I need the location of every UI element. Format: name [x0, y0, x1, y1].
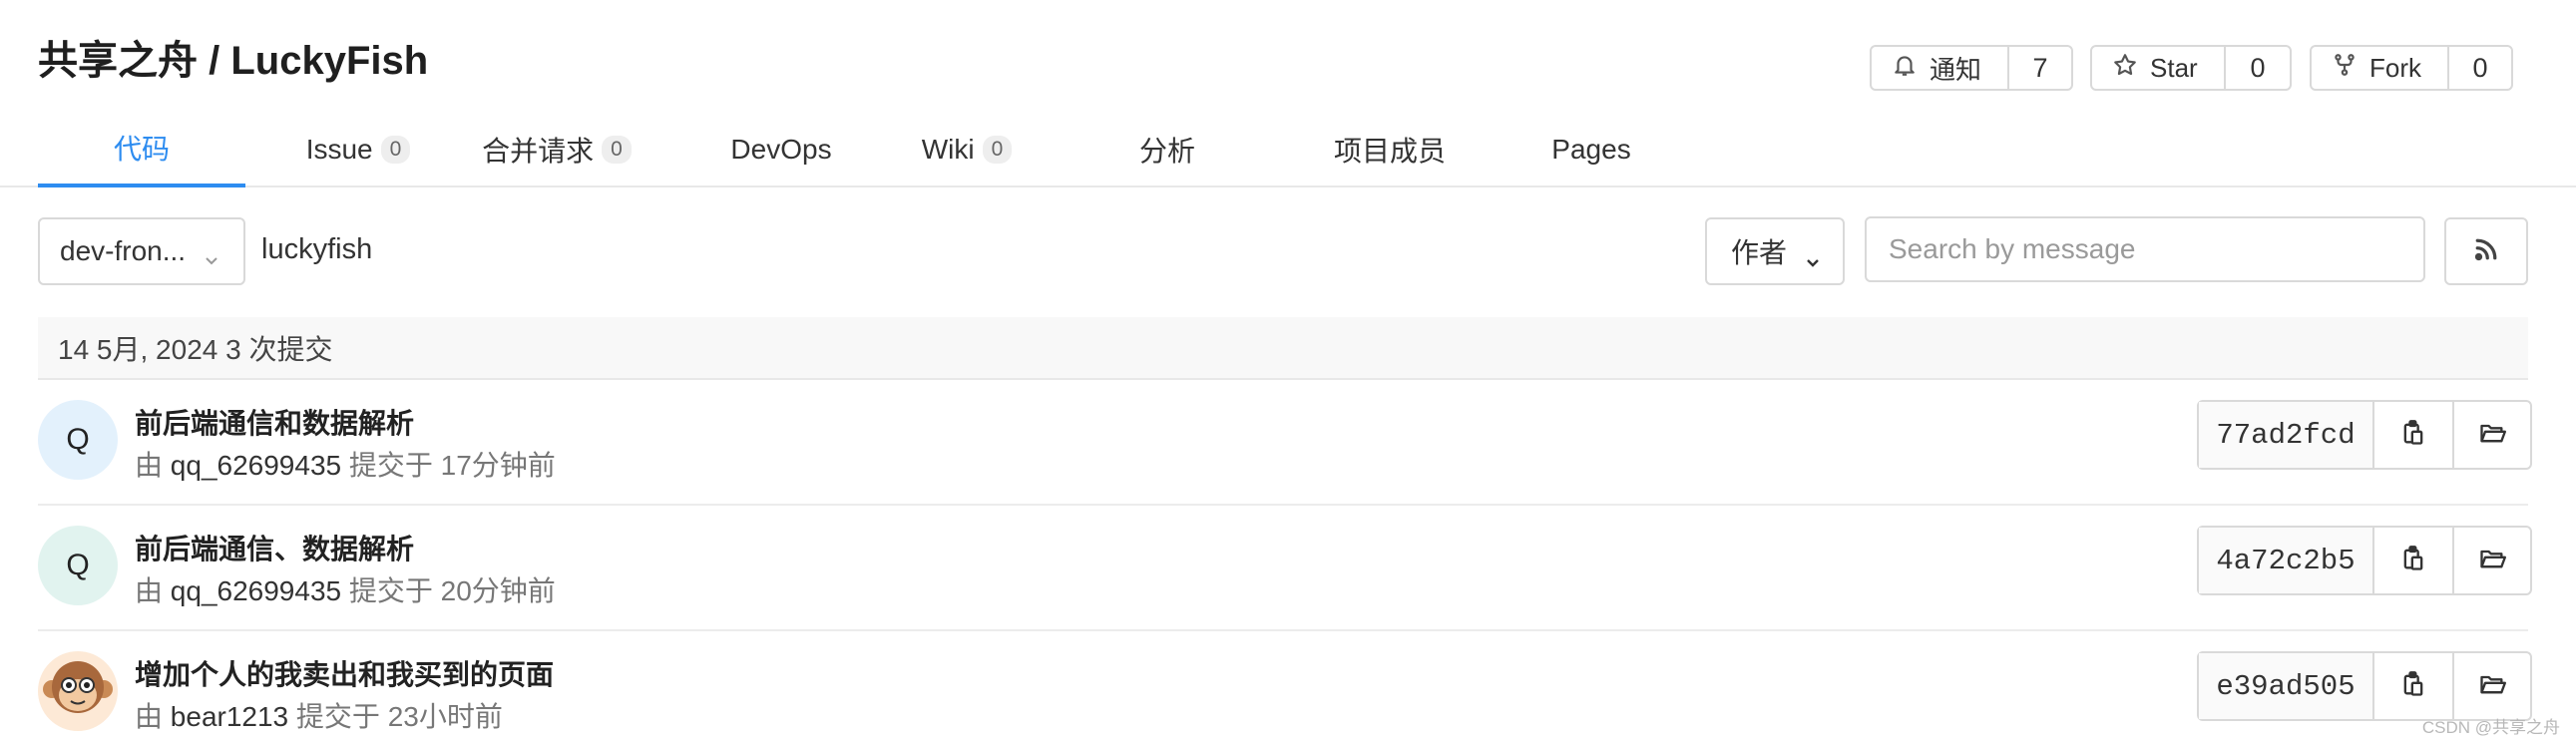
commit-actions: 77ad2fcd [2197, 400, 2532, 470]
copy-sha-button[interactable] [2374, 653, 2452, 719]
monkey-avatar-icon [38, 651, 118, 731]
notify-label: 通知 [1930, 54, 1982, 85]
commit-title[interactable]: 前后端通信和数据解析 [135, 402, 414, 442]
commit-author[interactable]: qq_62699435 [171, 450, 341, 481]
commit-row: Q 前后端通信、数据解析 由 qq_62699435 提交于 20分钟前 4a7… [38, 506, 2532, 631]
tab-issue-label: Issue [305, 134, 373, 165]
chevron-down-icon [1805, 245, 1821, 267]
tab-devops-label: DevOps [730, 134, 832, 165]
fork-count[interactable]: 0 [2449, 47, 2511, 89]
commit-author[interactable]: bear1213 [171, 701, 288, 732]
commit-row: 增加个人的我卖出和我买到的页面 由 bear1213 提交于 23小时前 e39… [38, 631, 2532, 742]
tab-issue[interactable]: Issue 0 [293, 112, 423, 187]
star-count[interactable]: 0 [2226, 47, 2290, 89]
project-header: 共享之舟 / LuckyFish 通知 7 Star 0 Fork 0 代码 I… [0, 0, 2576, 187]
commit-time: 提交于 23小时前 [295, 701, 503, 732]
commit-row: Q 前后端通信和数据解析 由 qq_62699435 提交于 17分钟前 77a… [38, 380, 2532, 506]
copy-sha-button[interactable] [2374, 402, 2452, 468]
notify-button[interactable]: 通知 [1872, 47, 2009, 89]
commit-sha-button[interactable]: 4a72c2b5 [2199, 528, 2374, 593]
fork-button[interactable]: Fork [2312, 47, 2449, 89]
rss-icon [2471, 234, 2501, 269]
star-button[interactable]: Star [2092, 47, 2226, 89]
commit-by: 由 [135, 575, 164, 606]
browse-files-button[interactable] [2452, 402, 2530, 468]
copy-sha-button[interactable] [2374, 528, 2452, 593]
star-label: Star [2150, 52, 2198, 83]
copy-icon [2399, 419, 2427, 452]
tab-devops[interactable]: DevOps [696, 112, 866, 187]
fork-icon [2332, 52, 2358, 85]
path-breadcrumb[interactable]: luckyfish [261, 233, 372, 266]
watermark: CSDN @共享之舟 [2421, 718, 2560, 737]
browse-files-button[interactable] [2452, 528, 2530, 593]
copy-icon [2399, 545, 2427, 577]
avatar: Q [38, 400, 118, 480]
star-icon [2112, 52, 2138, 85]
commit-sha-button[interactable]: 77ad2fcd [2199, 402, 2374, 468]
star-button-group[interactable]: Star 0 [2090, 45, 2292, 91]
notify-button-group[interactable]: 通知 7 [1870, 45, 2073, 91]
commit-sha-button[interactable]: e39ad505 [2199, 653, 2374, 719]
author-filter-dropdown[interactable]: 作者 [1705, 217, 1845, 285]
commit-date-group: 14 5月, 2024 3 次提交 [38, 317, 2528, 380]
folder-icon [2478, 545, 2506, 577]
commit-meta: 由 qq_62699435 提交于 17分钟前 [135, 444, 556, 484]
branch-select[interactable]: dev-fron... [38, 217, 245, 285]
commit-by: 由 [135, 450, 164, 481]
commit-title[interactable]: 前后端通信、数据解析 [135, 528, 414, 567]
avatar-letter: Q [66, 423, 90, 456]
page-title: 共享之舟 / LuckyFish [38, 39, 429, 83]
author-filter-label: 作者 [1731, 237, 1788, 268]
copy-icon [2399, 670, 2427, 703]
tab-merge-requests-badge: 0 [602, 136, 632, 164]
tab-members-label: 项目成员 [1333, 136, 1446, 167]
fork-button-group[interactable]: Fork 0 [2310, 45, 2513, 91]
avatar: Q [38, 526, 118, 605]
commit-actions: e39ad505 [2197, 651, 2532, 721]
tab-wiki-badge: 0 [982, 136, 1013, 164]
commit-time: 提交于 17分钟前 [348, 450, 556, 481]
browse-files-button[interactable] [2452, 653, 2530, 719]
notify-count[interactable]: 7 [2009, 47, 2071, 89]
avatar [38, 651, 118, 731]
commit-actions: 4a72c2b5 [2197, 526, 2532, 595]
avatar-letter: Q [66, 549, 90, 581]
tab-members[interactable]: 项目成员 [1315, 112, 1465, 187]
tab-pages-label: Pages [1551, 134, 1631, 165]
chevron-down-icon [204, 243, 219, 265]
rss-button[interactable] [2444, 217, 2528, 285]
tab-wiki-label: Wiki [921, 134, 975, 165]
folder-icon [2478, 419, 2506, 452]
search-input[interactable] [1865, 216, 2425, 282]
commit-by: 由 [135, 701, 164, 732]
tab-pages[interactable]: Pages [1536, 112, 1646, 187]
tab-analytics[interactable]: 分析 [1117, 112, 1217, 187]
commit-meta: 由 bear1213 提交于 23小时前 [135, 695, 503, 735]
commit-meta: 由 qq_62699435 提交于 20分钟前 [135, 569, 556, 609]
fork-label: Fork [2369, 52, 2421, 83]
commit-time: 提交于 20分钟前 [348, 575, 556, 606]
tab-code[interactable]: 代码 [38, 112, 245, 187]
tab-issue-badge: 0 [380, 136, 411, 164]
branch-label: dev-fron... [60, 235, 187, 266]
folder-icon [2478, 670, 2506, 703]
tab-analytics-label: 分析 [1138, 136, 1195, 167]
tab-merge-requests-label: 合并请求 [482, 136, 595, 167]
commit-author[interactable]: qq_62699435 [171, 575, 341, 606]
tab-merge-requests[interactable]: 合并请求 0 [477, 112, 637, 187]
commit-title[interactable]: 增加个人的我卖出和我买到的页面 [135, 653, 554, 693]
tab-code-label: 代码 [113, 134, 170, 165]
bell-icon [1892, 52, 1918, 85]
tab-wiki[interactable]: Wiki 0 [912, 112, 1022, 187]
